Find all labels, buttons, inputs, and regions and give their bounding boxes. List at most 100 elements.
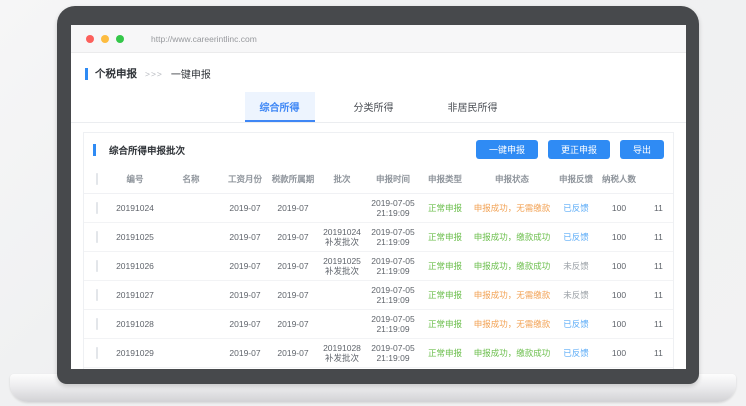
cell-feedback: 已反馈	[554, 339, 598, 368]
cell-batch	[318, 281, 366, 310]
col-header-declare-time: 申报时间	[366, 165, 420, 194]
cell-tax-period: 2019-07	[268, 368, 318, 370]
col-header-clipped	[640, 165, 673, 194]
col-header-feedback: 申报反馈	[554, 165, 598, 194]
cell-taxpayers: 100	[598, 252, 640, 281]
cell-batch-label: 补发批次	[319, 353, 365, 363]
cell-status: 申报成功，无需缴款	[470, 281, 554, 310]
cell-salary-month: 2019-07	[222, 368, 268, 370]
row-checkbox[interactable]	[96, 289, 98, 301]
cell-tax-period: 2019-07	[268, 339, 318, 368]
table-row: 20191029 2019-07 2019-07 20191028补发批次 20…	[84, 339, 673, 368]
cell-batch-label: 补发批次	[319, 237, 365, 247]
cell-id: 20191025	[110, 223, 160, 252]
cell-declare-type: 正常申报	[420, 194, 470, 223]
batch-table: 编号 名称 工资月份 税款所属期 批次 申报时间 申报类型 申报状态 申报反馈 …	[84, 165, 673, 369]
cell-id: 20191029	[110, 339, 160, 368]
cell-clipped-value: 11	[640, 339, 673, 368]
col-header-tax-period: 税款所属期	[268, 165, 318, 194]
laptop-screen-bezel: http://www.careerintlinc.com 个税申报 >>> 一键…	[57, 6, 699, 384]
cell-tax-period: 2019-07	[268, 194, 318, 223]
cell-declare-date: 2019-07-05	[367, 285, 419, 295]
cell-salary-month: 2019-07	[222, 339, 268, 368]
panel-header: 综合所得申报批次 一键申报 更正申报 导出	[84, 133, 673, 165]
cell-declare-time: 2019-07-0521:19:09	[366, 310, 420, 339]
cell-declare-time: 2019-07-0521:19:09	[366, 281, 420, 310]
row-checkbox[interactable]	[96, 318, 98, 330]
browser-titlebar: http://www.careerintlinc.com	[71, 25, 686, 53]
cell-declare-time-part: 21:19:09	[367, 353, 419, 363]
table-header-row: 编号 名称 工资月份 税款所属期 批次 申报时间 申报类型 申报状态 申报反馈 …	[84, 165, 673, 194]
select-all-checkbox[interactable]	[96, 173, 98, 185]
cell-tax-period: 2019-07	[268, 252, 318, 281]
cell-declare-time: 2019-07-0521:19:09	[366, 194, 420, 223]
table-row: 20191030 2019-07 2019-07 2019-07-0521:19…	[84, 368, 673, 370]
cell-salary-month: 2019-07	[222, 194, 268, 223]
cell-taxpayers: 100	[598, 194, 640, 223]
cell-id: 20191030	[110, 368, 160, 370]
income-type-tabs: 综合所得 分类所得 非居民所得	[71, 92, 686, 123]
row-checkbox[interactable]	[96, 202, 98, 214]
table-row: 20191028 2019-07 2019-07 2019-07-0521:19…	[84, 310, 673, 339]
cell-clipped-value: 11	[640, 368, 673, 370]
cell-status: 申报成功，无需缴款	[470, 310, 554, 339]
cell-taxpayers: 100	[598, 368, 640, 370]
cell-batch	[318, 368, 366, 370]
cell-salary-month: 2019-07	[222, 281, 268, 310]
cell-id: 20191027	[110, 281, 160, 310]
col-header-name: 名称	[160, 165, 222, 194]
cell-salary-month: 2019-07	[222, 223, 268, 252]
cell-id: 20191026	[110, 252, 160, 281]
col-header-taxpayer-count: 纳税人数	[598, 165, 640, 194]
cell-feedback: 已反馈	[554, 310, 598, 339]
panel-actions: 一键申报 更正申报 导出	[476, 140, 664, 159]
cell-clipped-value: 11	[640, 194, 673, 223]
tab-classified-income[interactable]: 分类所得	[339, 92, 409, 122]
cell-declare-date: 2019-07-05	[367, 343, 419, 353]
cell-batch: 20191025补发批次	[318, 252, 366, 281]
cell-status: 申报成功，缴款成功	[470, 339, 554, 368]
cell-batch	[318, 194, 366, 223]
correct-declare-button[interactable]: 更正申报	[548, 140, 610, 159]
screen: http://www.careerintlinc.com 个税申报 >>> 一键…	[71, 25, 686, 369]
cell-salary-month: 2019-07	[222, 310, 268, 339]
col-header-declare-type: 申报类型	[420, 165, 470, 194]
cell-clipped-value: 11	[640, 310, 673, 339]
cell-id: 20191028	[110, 310, 160, 339]
address-bar[interactable]: http://www.careerintlinc.com	[151, 34, 257, 44]
cell-declare-type: 正常申报	[420, 223, 470, 252]
cell-feedback: 已反馈	[554, 223, 598, 252]
table-row: 20191024 2019-07 2019-07 2019-07-0521:19…	[84, 194, 673, 223]
cell-declare-date: 2019-07-05	[367, 198, 419, 208]
cell-taxpayers: 100	[598, 310, 640, 339]
tab-nonresident-income[interactable]: 非居民所得	[433, 92, 513, 122]
header-select-all	[84, 165, 110, 194]
cell-batch: 20191024补发批次	[318, 223, 366, 252]
table-row: 20191027 2019-07 2019-07 2019-07-0521:19…	[84, 281, 673, 310]
cell-taxpayers: 100	[598, 223, 640, 252]
cell-declare-date: 2019-07-05	[367, 227, 419, 237]
cell-declare-time: 2019-07-0521:19:09	[366, 223, 420, 252]
cell-tax-period: 2019-07	[268, 310, 318, 339]
window-minimize-icon[interactable]	[101, 35, 109, 43]
table-row: 20191026 2019-07 2019-07 20191025补发批次 20…	[84, 252, 673, 281]
cell-status: 申报成功，无需缴款	[470, 194, 554, 223]
row-checkbox[interactable]	[96, 347, 98, 359]
row-checkbox[interactable]	[96, 260, 98, 272]
one-click-declare-button[interactable]: 一键申报	[476, 140, 538, 159]
window-maximize-icon[interactable]	[116, 35, 124, 43]
cell-taxpayers: 100	[598, 281, 640, 310]
cell-batch: 20191028补发批次	[318, 339, 366, 368]
export-button[interactable]: 导出	[620, 140, 664, 159]
cell-feedback: 已反馈	[554, 194, 598, 223]
batch-table-container: 编号 名称 工资月份 税款所属期 批次 申报时间 申报类型 申报状态 申报反馈 …	[84, 165, 673, 369]
cell-declare-type: 正常申报	[420, 368, 470, 370]
row-checkbox[interactable]	[96, 231, 98, 243]
col-header-id: 编号	[110, 165, 160, 194]
window-close-icon[interactable]	[86, 35, 94, 43]
cell-declare-time: 2019-07-0521:19:09	[366, 252, 420, 281]
cell-declare-time-part: 21:19:09	[367, 208, 419, 218]
cell-declare-type: 正常申报	[420, 339, 470, 368]
tab-comprehensive-income[interactable]: 综合所得	[245, 92, 315, 122]
cell-feedback: 已反馈	[554, 368, 598, 370]
